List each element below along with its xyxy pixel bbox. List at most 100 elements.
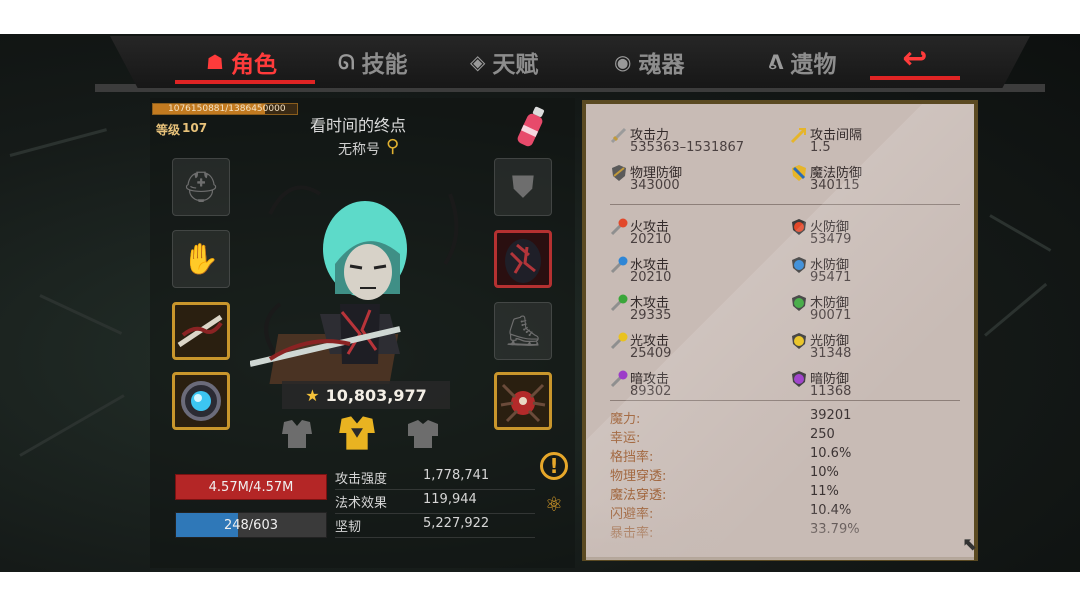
character-portrait [250,185,459,384]
power-value: 10,803,977 [325,385,427,405]
attr-value: 535363–1531867 [630,140,745,155]
misc-stat-value: 10.6% [810,446,852,461]
gloves-slot[interactable]: ✋ [172,230,230,288]
amulet-slot[interactable] [494,372,552,430]
level-label: 等级 [156,123,181,137]
stat-label: 坚韧 [335,520,362,535]
stat-value: 5,227,922 [423,516,490,531]
attr-value: 25409 [630,346,672,361]
attr-attack: 攻击力 535363–1531867 [610,124,780,162]
scroll-hint-icon: ⬉ [962,534,978,555]
attr-water-attack: 水攻击 20210 [610,254,780,292]
misc-stat-row: 物理穿透: 10% [610,465,950,484]
divider [610,204,960,205]
dark-attack-icon [610,370,628,388]
character-view: 1076150881/1386450000 等级 107 看时间的终点 无称号 … [0,34,1080,572]
character-name: 看时间的终点 [310,116,407,135]
attr-value: 29335 [630,308,672,323]
ring-slot[interactable] [172,372,230,430]
alert-icon[interactable]: ! [540,452,568,480]
misc-stat-label: 闪避率: [610,507,654,522]
attr-water-defense: 水防御 95471 [790,254,960,292]
stat-value: 1,778,741 [423,468,490,483]
attr-light-defense: 光防御 31348 [790,330,960,368]
misc-stat-row: 闪避率: 10.4% [610,503,950,522]
chest-armor-icon: ⛊ [511,169,535,205]
light-armor-icon[interactable] [278,418,316,450]
hp-text: 4.57M/4.57M [208,479,294,495]
light-attack-icon [610,332,628,350]
wood-defense-icon [792,295,806,311]
star-icon: ★ [305,385,320,405]
wood-attack-icon [610,294,628,312]
armor-slot[interactable]: ⛊ [494,158,552,216]
attr-wood-attack: 木攻击 29335 [610,292,780,330]
misc-stat-label: 物理穿透: [610,469,667,484]
attr-magic-defense: 魔法防御 340115 [790,162,960,200]
misc-stat-value: 33.79% [810,522,860,537]
magic-shield-icon [792,165,806,181]
thorn-cloak-icon [505,239,541,283]
attr-value: 31348 [810,346,852,361]
atom-icon[interactable]: ⚛ [540,490,568,518]
helmet-slot[interactable]: ⛑ [172,158,230,216]
cloak-slot[interactable] [494,230,552,288]
attr-value: 343000 [630,178,680,193]
attributes-panel: 攻击力 535363–1531867 攻击间隔 1.5 物理防御 343000 … [582,100,978,561]
attr-fire-attack: 火攻击 20210 [610,216,780,254]
stat-value: 119,944 [423,492,477,507]
heavy-armor-icon[interactable] [404,418,442,450]
blue-orb-ring-icon [181,381,221,421]
boots-slot[interactable]: ⛸ [494,302,552,360]
sword-icon [610,127,627,144]
attr-fire-defense: 火防御 53479 [790,216,960,254]
attr-value: 1.5 [810,140,831,155]
weapon-slot[interactable] [172,302,230,360]
attr-value: 95471 [810,270,852,285]
misc-stat-label: 格挡率: [610,450,654,465]
misc-stat-row: 幸运: 250 [610,427,950,446]
medium-armor-icon[interactable] [334,414,380,452]
misc-stat-row: 魔法穿透: 11% [610,484,950,503]
attr-value: 20210 [630,232,672,247]
hp-bar: 4.57M/4.57M [175,474,327,500]
xp-text: 1076150881/1386450000 [168,104,286,114]
potion-icon[interactable] [512,104,548,150]
light-defense-icon [792,333,806,349]
power-score: ★ 10,803,977 [282,381,450,409]
fire-defense-icon [792,219,806,235]
misc-stat-value: 10.4% [810,503,852,518]
misc-stat-label: 魔力: [610,412,641,427]
level-value: 107 [182,121,208,135]
misc-stat-label: 幸运: [610,431,641,446]
divider [610,400,960,401]
water-defense-icon [792,257,806,273]
stat-row-spell-effect: 法术效果 119,944 [335,492,535,514]
misc-stat-value: 10% [810,465,839,480]
mp-bar: 248/603 [175,512,327,538]
swift-sword-icon [790,127,807,144]
thorn-sword-icon [177,314,223,348]
misc-stat-label: 暴击率: [610,526,654,541]
attr-value: 20210 [630,270,672,285]
shield-icon [612,165,626,181]
attr-physical-defense: 物理防御 343000 [610,162,780,200]
misc-stat-row: 格挡率: 10.6% [610,446,950,465]
attr-wood-defense: 木防御 90071 [790,292,960,330]
stat-row-toughness: 坚韧 5,227,922 [335,516,535,538]
attr-value: 340115 [810,178,860,193]
misc-stat-label: 魔法穿透: [610,488,667,503]
attr-value: 90071 [810,308,852,323]
fire-attack-icon [610,218,628,236]
stat-row-attack-power: 攻击强度 1,778,741 [335,468,535,490]
misc-stat-value: 11% [810,484,839,499]
misc-stat-value: 39201 [810,408,852,423]
glove-icon: ✋ [182,241,220,277]
water-attack-icon [610,256,628,274]
misc-stat-value: 250 [810,427,835,442]
stat-label: 攻击强度 [335,472,388,487]
misc-stat-row: 暴击率: 33.79% [610,522,950,541]
attr-value: 89302 [630,384,672,399]
misc-stat-row: 魔力: 39201 [610,408,950,427]
spider-amulet-icon [500,383,546,423]
